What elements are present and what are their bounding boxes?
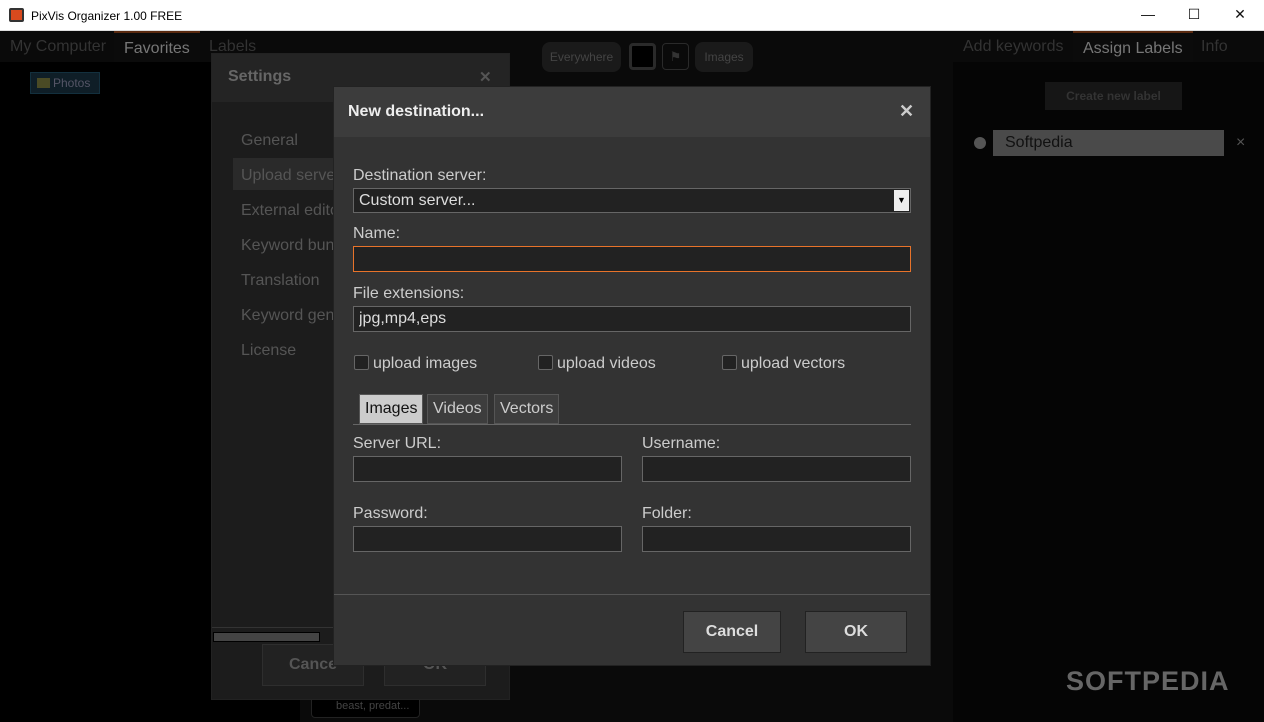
title-bar: PixVis Organizer 1.00 FREE — ☐ ✕ — [0, 0, 1264, 31]
chevron-down-icon[interactable]: ▼ — [894, 190, 909, 211]
dialog-header: New destination... — [334, 87, 930, 137]
upload-videos-checkbox[interactable] — [538, 355, 553, 370]
flag-icon[interactable]: ⚑ — [662, 43, 689, 70]
file-extensions-input[interactable] — [353, 306, 911, 332]
tabs-divider — [353, 424, 911, 425]
maximize-button[interactable]: ☐ — [1184, 6, 1204, 26]
tab-add-keywords[interactable]: Add keywords — [953, 31, 1074, 62]
password-label: Password: — [353, 505, 428, 522]
dialog-close-icon[interactable]: ✕ — [899, 101, 914, 122]
create-new-label-button[interactable]: Create new label — [1045, 82, 1182, 110]
file-extensions-label: File extensions: — [353, 285, 465, 302]
upload-vectors-checkbox[interactable] — [722, 355, 737, 370]
tab-favorites[interactable]: Favorites — [114, 31, 200, 62]
label-item[interactable]: Softpedia — [993, 130, 1224, 156]
settings-close-icon[interactable]: ✕ — [479, 68, 492, 86]
upload-vectors-label[interactable]: upload vectors — [741, 355, 845, 373]
tree-item-photos[interactable]: Photos — [30, 72, 100, 94]
right-panel — [953, 62, 1264, 722]
folder-label: Folder: — [642, 505, 692, 522]
server-url-input[interactable] — [353, 456, 622, 482]
tab-videos[interactable]: Videos — [427, 394, 488, 424]
cancel-button[interactable]: Cancel — [683, 611, 781, 653]
name-label: Name: — [353, 225, 401, 242]
tab-images[interactable]: Images — [359, 394, 424, 424]
softpedia-watermark: SOFTPEDIA — [1066, 666, 1230, 696]
tree-item-label: Photos — [53, 76, 91, 90]
settings-item-translation[interactable]: Translation — [241, 272, 320, 290]
name-input[interactable] — [353, 246, 911, 272]
tab-info[interactable]: Info — [1191, 31, 1238, 62]
settings-title: Settings — [228, 68, 292, 85]
folder-input[interactable] — [642, 526, 911, 552]
upload-images-label[interactable]: upload images — [373, 355, 477, 373]
destination-server-select[interactable]: Custom server... ▼ — [353, 188, 911, 213]
destination-server-label: Destination server: — [353, 167, 487, 184]
horizontal-scrollbar[interactable] — [213, 632, 320, 642]
upload-videos-label[interactable]: upload videos — [557, 355, 656, 373]
color-filter-button[interactable] — [629, 43, 656, 70]
password-input[interactable] — [353, 526, 622, 552]
window-title: PixVis Organizer 1.00 FREE — [31, 9, 183, 23]
destination-server-value: Custom server... — [359, 192, 476, 209]
server-url-label: Server URL: — [353, 435, 442, 452]
username-label: Username: — [642, 435, 721, 452]
remove-label-icon[interactable]: × — [1236, 134, 1245, 152]
minimize-button[interactable]: — — [1138, 6, 1158, 26]
label-radio[interactable] — [974, 137, 986, 149]
ok-button[interactable]: OK — [805, 611, 907, 653]
username-input[interactable] — [642, 456, 911, 482]
settings-item-keyword-bundles[interactable]: Keyword bun — [241, 237, 334, 255]
images-filter-button[interactable]: Images — [695, 42, 753, 72]
tab-my-computer[interactable]: My Computer — [0, 31, 116, 62]
footer-divider — [334, 594, 930, 595]
dialog-title: New destination... — [348, 103, 485, 120]
settings-item-license[interactable]: License — [241, 342, 296, 360]
upload-images-checkbox[interactable] — [354, 355, 369, 370]
tab-vectors[interactable]: Vectors — [494, 394, 560, 424]
settings-item-upload-servers[interactable]: Upload serve — [241, 167, 335, 185]
new-destination-dialog: New destination... ✕ Destination server:… — [333, 86, 931, 666]
settings-item-external-editors[interactable]: External edito — [241, 202, 339, 220]
tab-assign-labels[interactable]: Assign Labels — [1073, 31, 1193, 62]
close-window-button[interactable]: ✕ — [1230, 6, 1250, 26]
settings-item-keyword-gen[interactable]: Keyword gen — [241, 307, 334, 325]
everywhere-button[interactable]: Everywhere — [542, 42, 621, 72]
settings-item-general[interactable]: General — [241, 132, 298, 150]
app-icon — [9, 8, 24, 22]
